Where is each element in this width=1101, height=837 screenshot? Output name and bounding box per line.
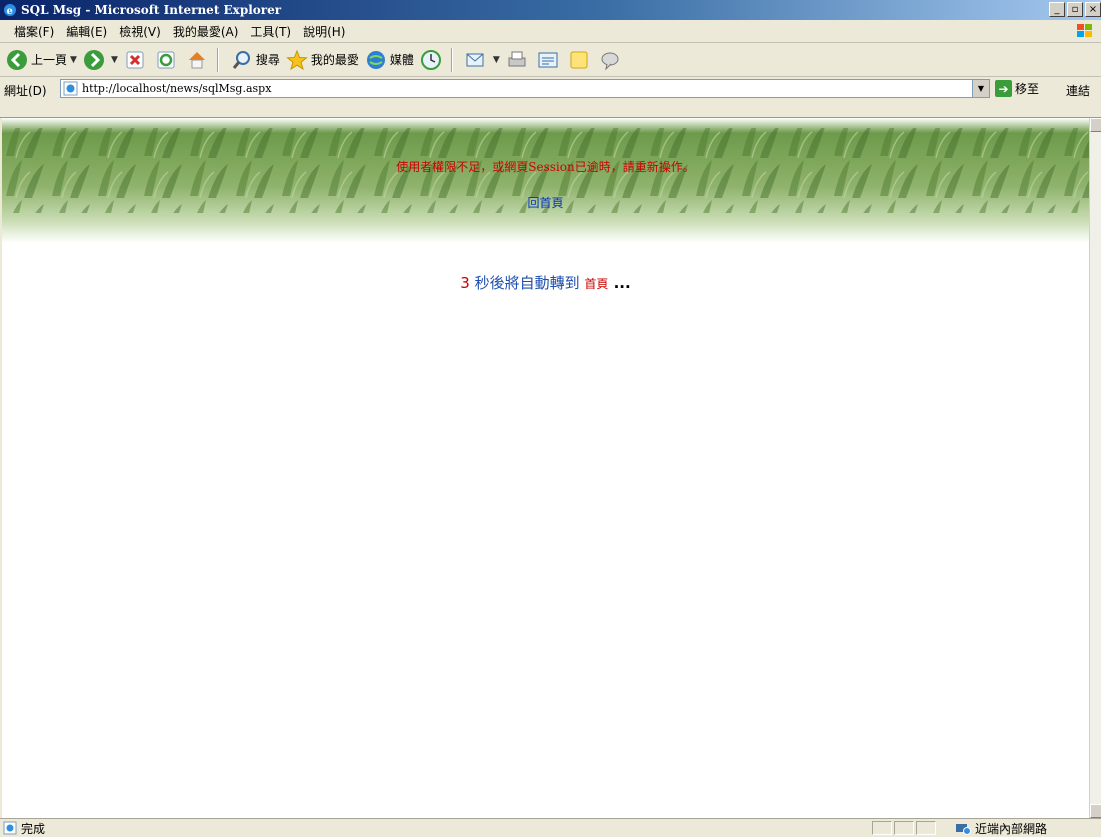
status-bar: 完成 近端內部網路 bbox=[0, 818, 1101, 837]
favorites-button[interactable]: 我的最愛 bbox=[286, 46, 359, 74]
status-pane bbox=[916, 821, 936, 835]
messenger-bubble-icon bbox=[601, 52, 619, 71]
stop-icon bbox=[126, 51, 144, 68]
go-arrow-icon: ➔ bbox=[995, 80, 1012, 97]
redirect-notice: 3 秒後將自動轉到 首頁 ... bbox=[2, 272, 1089, 293]
media-button[interactable]: 媒體 bbox=[365, 46, 414, 74]
grass-banner-image bbox=[2, 118, 1089, 243]
address-input[interactable]: http://localhost/news/sqlMsg.aspx ▼ bbox=[60, 79, 990, 98]
messenger-button[interactable] bbox=[599, 46, 624, 74]
go-button[interactable]: ➔ 移至 bbox=[995, 80, 1039, 97]
page-content: 使用者權限不足，或網頁Session已逾時，請重新操作。 回首頁 3 秒後將自動… bbox=[2, 118, 1089, 818]
status-pane bbox=[872, 821, 892, 835]
history-clock-icon bbox=[420, 49, 441, 70]
status-pane bbox=[894, 821, 914, 835]
intranet-zone-icon bbox=[956, 823, 971, 835]
toolbar-separator bbox=[216, 47, 219, 72]
mail-dropdown-icon[interactable]: ▼ bbox=[493, 55, 500, 65]
svg-text:e: e bbox=[7, 6, 13, 17]
title-bar: e SQL Msg - Microsoft Internet Explorer … bbox=[0, 0, 1101, 20]
links-button[interactable]: 連結 bbox=[1066, 82, 1090, 99]
menu-edit[interactable]: 編輯(E) bbox=[60, 23, 113, 40]
error-message: 使用者權限不足，或網頁Session已逾時，請重新操作。 bbox=[396, 160, 695, 174]
back-arrow-icon bbox=[7, 49, 27, 70]
vertical-scrollbar[interactable] bbox=[1089, 118, 1101, 818]
ie-logo-icon: e bbox=[4, 4, 16, 17]
status-text: 完成 bbox=[21, 821, 46, 836]
search-button[interactable]: 搜尋 bbox=[231, 46, 280, 74]
address-label: 網址(D) bbox=[4, 84, 47, 98]
mail-button[interactable]: ▼ bbox=[465, 46, 500, 74]
redirect-countdown: 3 bbox=[460, 274, 470, 292]
security-zone: 近端內部網路 bbox=[955, 820, 1047, 837]
address-url: http://localhost/news/sqlMsg.aspx bbox=[82, 82, 272, 95]
menu-view[interactable]: 檢視(V) bbox=[113, 23, 167, 40]
refresh-icon bbox=[157, 51, 175, 68]
history-button[interactable] bbox=[420, 46, 445, 74]
menu-help[interactable]: 說明(H) bbox=[297, 23, 351, 40]
favorites-star-icon bbox=[286, 49, 308, 70]
ie-page-icon bbox=[63, 81, 78, 96]
redirect-home-link[interactable]: 首頁 bbox=[584, 277, 608, 291]
discuss-button[interactable] bbox=[568, 46, 593, 74]
back-button[interactable]: 上一頁 ▼ bbox=[6, 46, 77, 74]
restore-button[interactable]: ▫ bbox=[1067, 2, 1083, 17]
print-icon bbox=[508, 51, 526, 66]
forward-button[interactable]: ▼ bbox=[83, 46, 118, 74]
address-dropdown-icon[interactable]: ▼ bbox=[972, 80, 989, 97]
redirect-ellipsis: ... bbox=[608, 274, 631, 292]
home-button[interactable] bbox=[186, 46, 211, 74]
refresh-button[interactable] bbox=[155, 46, 180, 74]
standard-toolbar: 上一頁 ▼ ▼ 搜尋 我的最愛 媒體 ▼ bbox=[0, 43, 1101, 77]
media-label: 媒體 bbox=[389, 53, 414, 67]
back-label: 上一頁 bbox=[31, 53, 68, 67]
address-bar: 網址(D) http://localhost/news/sqlMsg.aspx … bbox=[0, 77, 1101, 118]
search-icon bbox=[232, 50, 250, 69]
menu-favorites[interactable]: 我的最愛(A) bbox=[167, 23, 245, 40]
redirect-text: 秒後將自動轉到 bbox=[469, 274, 585, 292]
menu-bar: 檔案(F) 編輯(E) 檢視(V) 我的最愛(A) 工具(T) 說明(H) bbox=[0, 20, 1101, 43]
edit-button[interactable] bbox=[537, 46, 562, 74]
media-globe-icon bbox=[366, 50, 385, 69]
scroll-up-icon[interactable] bbox=[1090, 118, 1101, 132]
scroll-down-icon[interactable] bbox=[1090, 804, 1101, 818]
mail-icon bbox=[466, 53, 484, 66]
toolbar-separator bbox=[450, 47, 453, 72]
forward-dropdown-icon[interactable]: ▼ bbox=[111, 55, 118, 65]
note-icon bbox=[570, 51, 588, 68]
close-button[interactable]: × bbox=[1085, 2, 1101, 17]
zone-label: 近端內部網路 bbox=[975, 822, 1048, 836]
favorites-label: 我的最愛 bbox=[310, 53, 359, 67]
home-link[interactable]: 回首頁 bbox=[2, 194, 1089, 211]
back-dropdown-icon[interactable]: ▼ bbox=[70, 55, 77, 65]
page-done-icon bbox=[3, 821, 17, 835]
windows-logo-icon bbox=[1077, 24, 1092, 37]
search-label: 搜尋 bbox=[255, 53, 280, 67]
home-icon bbox=[188, 51, 205, 68]
print-button[interactable] bbox=[506, 46, 531, 74]
stop-button[interactable] bbox=[124, 46, 149, 74]
window-title: SQL Msg - Microsoft Internet Explorer bbox=[21, 3, 282, 17]
edit-document-icon bbox=[538, 52, 558, 67]
forward-arrow-icon bbox=[83, 49, 104, 70]
minimize-button[interactable]: _ bbox=[1049, 2, 1065, 17]
menu-file[interactable]: 檔案(F) bbox=[0, 23, 60, 40]
menu-tools[interactable]: 工具(T) bbox=[244, 23, 297, 40]
go-label: 移至 bbox=[1015, 82, 1040, 96]
